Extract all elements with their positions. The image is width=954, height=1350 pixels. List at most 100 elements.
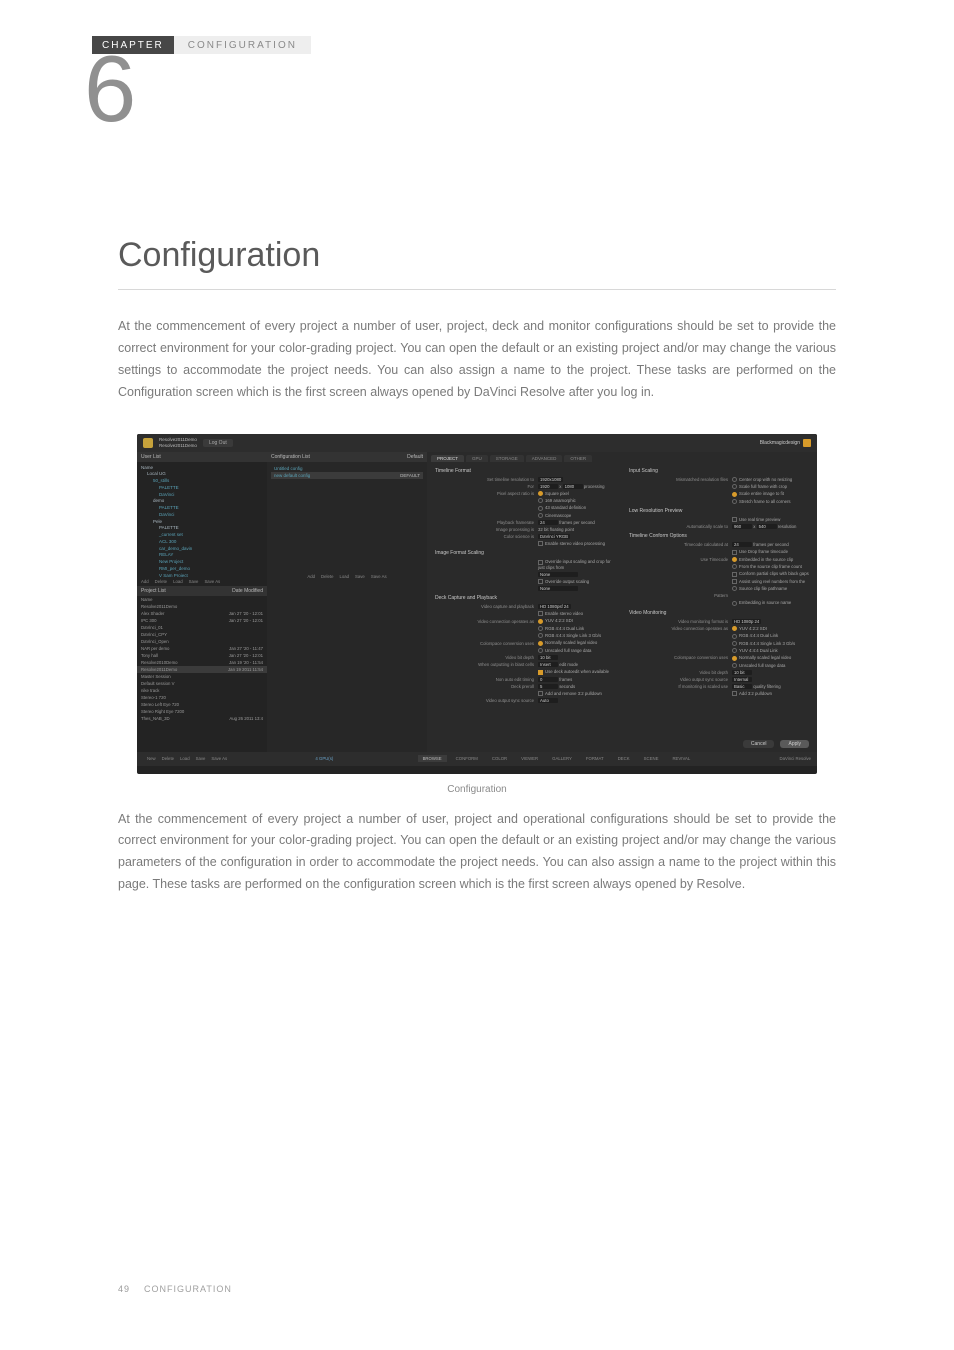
as-x: x	[753, 524, 755, 529]
nav-tabs[interactable]: BROWSECONFORMCOLORVIEWERGALLERYFORMATDEC…	[418, 755, 696, 762]
pfr-u: frames per second	[559, 520, 595, 525]
cs-lbl: Color science is	[435, 534, 534, 539]
chapter-word: CONFIGURATION	[174, 36, 311, 54]
vc-r2[interactable]	[538, 626, 543, 631]
ar-r1[interactable]	[732, 586, 737, 591]
brand-icon	[803, 439, 811, 447]
as-w[interactable]: 960	[732, 524, 752, 529]
config-tools[interactable]: AddDeleteLoadSaveSave As	[267, 572, 427, 581]
mis-cb-l: Add 3:2 pulldown	[739, 691, 772, 696]
vcp-sel[interactable]: HD 1080psf 24	[538, 604, 571, 609]
vos-sel[interactable]: Auto	[538, 698, 558, 703]
dp-cb-l: Add and remove 3:2 pulldown	[545, 691, 602, 696]
ut-r2[interactable]	[732, 564, 737, 569]
logout-button[interactable]: Log Out	[203, 439, 233, 447]
npt-in[interactable]: 0	[538, 677, 558, 682]
footer-section: CONFIGURATION	[144, 1284, 232, 1294]
ovr-in-sel[interactable]: None	[538, 572, 578, 577]
res-select[interactable]: 1920x1080	[538, 477, 563, 482]
par-r1[interactable]	[538, 491, 543, 496]
vmss-sel[interactable]: Internal	[732, 677, 752, 682]
stereo-cb[interactable]	[538, 541, 543, 546]
vc-r3[interactable]	[538, 633, 543, 638]
for-h[interactable]: 1080	[563, 484, 583, 489]
for-px: processing	[584, 484, 605, 489]
gpu-status: 4 GPU(s)	[315, 756, 333, 761]
cp-l: Conform partial clips with black gaps	[739, 571, 809, 576]
cc-r1[interactable]	[538, 641, 543, 646]
project-list-header: Project List	[141, 588, 166, 594]
vmc-r2[interactable]	[732, 634, 737, 639]
ovr-out-sel[interactable]: None	[538, 586, 578, 591]
apply-button[interactable]: Apply	[780, 740, 809, 748]
vmc-r1[interactable]	[732, 626, 737, 631]
ut-r1[interactable]	[732, 557, 737, 562]
tc-u: frames per second	[753, 542, 789, 547]
cancel-button[interactable]: Cancel	[743, 740, 775, 748]
dp-in[interactable]: 5	[538, 684, 558, 689]
mr-r1[interactable]	[732, 477, 737, 482]
user-tree[interactable]: NameLocal UG50_stillsPALETTEDaVincidemoP…	[137, 462, 267, 577]
ar-cb[interactable]	[732, 579, 737, 584]
vmc-o4: YUV 4:4:4 Dual Link	[739, 648, 778, 653]
vbd-lbl: Video bit depth	[435, 655, 534, 660]
user-tools[interactable]: AddDeleteLoadSaveSave As	[137, 577, 267, 586]
vmcc-r1[interactable]	[732, 656, 737, 661]
vmc-o1: YUV 4:2:2 SDI	[739, 626, 767, 631]
dp-cb[interactable]	[538, 691, 543, 696]
as-h[interactable]: 540	[757, 524, 777, 529]
for-w[interactable]: 1920	[538, 484, 558, 489]
par-lbl: Pixel aspect ratio is	[435, 491, 534, 496]
dp-lbl: Deck preroll	[435, 684, 534, 689]
par-r4[interactable]	[538, 513, 543, 518]
config-list-col2: Default	[407, 454, 423, 460]
video-monitoring-hd: Video Monitoring	[629, 610, 809, 616]
project-list[interactable]: NameResolve2011DemoAlex ShaderJan 27 '20…	[137, 596, 267, 752]
dftc-cb[interactable]	[732, 550, 737, 555]
mis-cb[interactable]	[732, 691, 737, 696]
rtp-l: Use real time preview	[739, 517, 780, 522]
tc-lbl: Timecode calculated at	[629, 542, 728, 547]
par-r3[interactable]	[538, 506, 543, 511]
page-title: Configuration	[118, 140, 836, 290]
vcp-cb[interactable]	[538, 611, 543, 616]
wo-sel[interactable]: Insert	[538, 662, 558, 667]
config-list[interactable]: Untitled confignew default configDEFAULT	[267, 462, 427, 482]
mr-r2[interactable]	[732, 484, 737, 489]
vmf-sel[interactable]: HD 1080p 24	[732, 619, 761, 624]
mr-o1: Center crop with no resizing	[739, 477, 792, 482]
par-r2[interactable]	[538, 498, 543, 503]
form-col-right: Input Scaling Mismatched resolution file…	[629, 468, 809, 730]
vmbd-sel[interactable]: 10 bit	[732, 670, 752, 675]
rtp-cb[interactable]	[732, 517, 737, 522]
ar-r2[interactable]	[732, 601, 737, 606]
par-o2: 169 anamorphic	[545, 498, 576, 503]
vc-r1[interactable]	[538, 619, 543, 624]
ut-lbl: Use Timecode	[629, 557, 728, 562]
vbd-sel[interactable]: 10 bit	[538, 655, 558, 660]
vmcc-o1: Normally scaled legal video	[739, 655, 791, 660]
vmbd-lbl: Video bit depth	[629, 670, 728, 675]
cp-cb[interactable]	[732, 572, 737, 577]
mr-r3[interactable]	[732, 492, 737, 497]
tc-in[interactable]: 24	[732, 542, 752, 547]
settings-tabs[interactable]: PROJECTGPUSTORAGEADVANCEDOTHER	[427, 452, 817, 462]
intro-paragraph-1: At the commencement of every project a n…	[118, 316, 836, 404]
vmc-r3[interactable]	[732, 641, 737, 646]
ifp-v: 32 bit floating point	[538, 527, 615, 532]
pfr-input[interactable]: 24	[538, 520, 558, 525]
mr-r4[interactable]	[732, 499, 737, 504]
vmc-r4[interactable]	[732, 648, 737, 653]
timeline-conform-hd: Timeline Conform Options	[629, 533, 809, 539]
cc-r2[interactable]	[538, 648, 543, 653]
bottom-tools[interactable]: NewDeleteLoadSaveSave As	[143, 754, 231, 763]
cs-select[interactable]: DaVinci YRGB	[538, 534, 570, 539]
par-o4: Cinemascope	[545, 513, 571, 518]
wo-cb2[interactable]	[538, 670, 543, 675]
deck-capture-hd: Deck Capture and Playback	[435, 595, 615, 601]
vmcc-r2[interactable]	[732, 663, 737, 668]
mis-sel[interactable]: Basic	[732, 684, 752, 689]
vc-o3: RGB 4:4:4 Single Link 3 Gb/s	[545, 633, 601, 638]
ovr-out-cb[interactable]	[538, 579, 543, 584]
par-o1: Square pixel	[545, 491, 569, 496]
